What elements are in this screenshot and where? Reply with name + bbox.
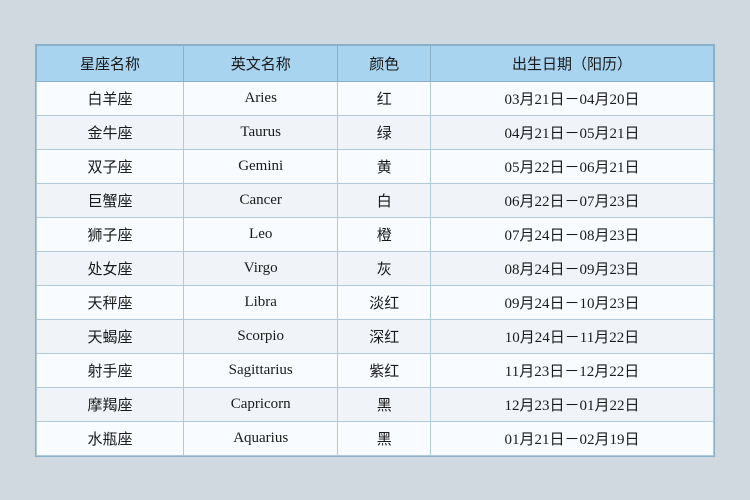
cell-english-name: Aries: [183, 81, 337, 115]
cell-chinese-name: 射手座: [37, 353, 184, 387]
cell-chinese-name: 狮子座: [37, 217, 184, 251]
cell-dates: 11月23日－12月22日: [430, 353, 713, 387]
cell-chinese-name: 金牛座: [37, 115, 184, 149]
cell-chinese-name: 水瓶座: [37, 421, 184, 455]
cell-english-name: Gemini: [183, 149, 337, 183]
cell-english-name: Leo: [183, 217, 337, 251]
cell-dates: 03月21日－04月20日: [430, 81, 713, 115]
header-english-name: 英文名称: [183, 45, 337, 81]
table-row: 白羊座Aries红03月21日－04月20日: [37, 81, 714, 115]
cell-color: 红: [338, 81, 431, 115]
cell-dates: 05月22日－06月21日: [430, 149, 713, 183]
zodiac-table-container: 星座名称 英文名称 颜色 出生日期（阳历） 白羊座Aries红03月21日－04…: [35, 44, 715, 457]
table-row: 狮子座Leo橙07月24日－08月23日: [37, 217, 714, 251]
cell-chinese-name: 摩羯座: [37, 387, 184, 421]
cell-english-name: Aquarius: [183, 421, 337, 455]
cell-chinese-name: 天蝎座: [37, 319, 184, 353]
cell-english-name: Scorpio: [183, 319, 337, 353]
cell-chinese-name: 巨蟹座: [37, 183, 184, 217]
cell-chinese-name: 天秤座: [37, 285, 184, 319]
table-row: 天蝎座Scorpio深红10月24日－11月22日: [37, 319, 714, 353]
table-row: 双子座Gemini黄05月22日－06月21日: [37, 149, 714, 183]
cell-chinese-name: 白羊座: [37, 81, 184, 115]
cell-dates: 04月21日－05月21日: [430, 115, 713, 149]
table-body: 白羊座Aries红03月21日－04月20日金牛座Taurus绿04月21日－0…: [37, 81, 714, 455]
table-row: 天秤座Libra淡红09月24日－10月23日: [37, 285, 714, 319]
cell-color: 灰: [338, 251, 431, 285]
cell-color: 紫红: [338, 353, 431, 387]
cell-color: 白: [338, 183, 431, 217]
header-dates: 出生日期（阳历）: [430, 45, 713, 81]
cell-color: 黄: [338, 149, 431, 183]
cell-english-name: Taurus: [183, 115, 337, 149]
cell-dates: 07月24日－08月23日: [430, 217, 713, 251]
cell-english-name: Libra: [183, 285, 337, 319]
table-row: 处女座Virgo灰08月24日－09月23日: [37, 251, 714, 285]
table-row: 巨蟹座Cancer白06月22日－07月23日: [37, 183, 714, 217]
cell-chinese-name: 处女座: [37, 251, 184, 285]
table-row: 金牛座Taurus绿04月21日－05月21日: [37, 115, 714, 149]
cell-dates: 09月24日－10月23日: [430, 285, 713, 319]
cell-dates: 10月24日－11月22日: [430, 319, 713, 353]
cell-dates: 01月21日－02月19日: [430, 421, 713, 455]
zodiac-table: 星座名称 英文名称 颜色 出生日期（阳历） 白羊座Aries红03月21日－04…: [36, 45, 714, 456]
cell-color: 橙: [338, 217, 431, 251]
cell-color: 淡红: [338, 285, 431, 319]
cell-color: 黑: [338, 387, 431, 421]
header-color: 颜色: [338, 45, 431, 81]
cell-chinese-name: 双子座: [37, 149, 184, 183]
cell-english-name: Capricorn: [183, 387, 337, 421]
table-row: 水瓶座Aquarius黑01月21日－02月19日: [37, 421, 714, 455]
cell-english-name: Sagittarius: [183, 353, 337, 387]
cell-color: 深红: [338, 319, 431, 353]
cell-color: 黑: [338, 421, 431, 455]
table-header-row: 星座名称 英文名称 颜色 出生日期（阳历）: [37, 45, 714, 81]
cell-color: 绿: [338, 115, 431, 149]
cell-dates: 06月22日－07月23日: [430, 183, 713, 217]
cell-dates: 08月24日－09月23日: [430, 251, 713, 285]
header-chinese-name: 星座名称: [37, 45, 184, 81]
cell-english-name: Cancer: [183, 183, 337, 217]
cell-english-name: Virgo: [183, 251, 337, 285]
table-row: 摩羯座Capricorn黑12月23日－01月22日: [37, 387, 714, 421]
cell-dates: 12月23日－01月22日: [430, 387, 713, 421]
table-row: 射手座Sagittarius紫红11月23日－12月22日: [37, 353, 714, 387]
